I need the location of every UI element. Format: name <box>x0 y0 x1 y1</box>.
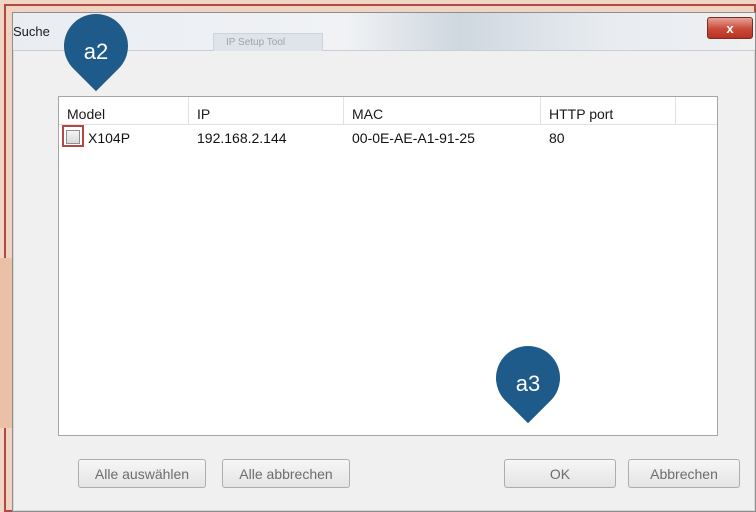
cell-model: X104P <box>88 130 131 146</box>
column-header-http-port[interactable]: HTTP port <box>541 97 676 125</box>
checkbox-highlight <box>62 125 84 147</box>
column-header-model[interactable]: Model <box>59 97 189 125</box>
annotation-pin-a2-label: a2 <box>83 39 109 64</box>
column-header-mac[interactable]: MAC <box>344 97 541 125</box>
cancel-button[interactable]: Abbrechen <box>628 459 740 488</box>
cancel-all-button[interactable]: Alle abbrechen <box>222 459 350 488</box>
cell-http-port: 80 <box>549 130 565 146</box>
table-row[interactable]: X104P 192.168.2.144 00-0E-AE-A1-91-25 80 <box>59 125 717 151</box>
close-button[interactable]: x <box>707 17 753 39</box>
select-all-button[interactable]: Alle auswählen <box>78 459 206 488</box>
list-header: Model IP MAC HTTP port <box>59 97 717 125</box>
column-header-ip[interactable]: IP <box>189 97 344 125</box>
window-title: Suche <box>13 24 50 39</box>
device-list[interactable]: Model IP MAC HTTP port X104P 192.168.2.1… <box>58 96 718 436</box>
search-dialog: Suche IP Setup Tool x Model IP MAC HTTP … <box>12 12 756 512</box>
annotation-pin-a3-label: a3 <box>515 371 541 396</box>
cell-mac: 00-0E-AE-A1-91-25 <box>352 130 475 146</box>
cell-ip: 192.168.2.144 <box>197 130 287 146</box>
column-header-filler <box>676 97 719 125</box>
background-window-tab: IP Setup Tool <box>213 33 323 51</box>
ok-button[interactable]: OK <box>504 459 616 488</box>
